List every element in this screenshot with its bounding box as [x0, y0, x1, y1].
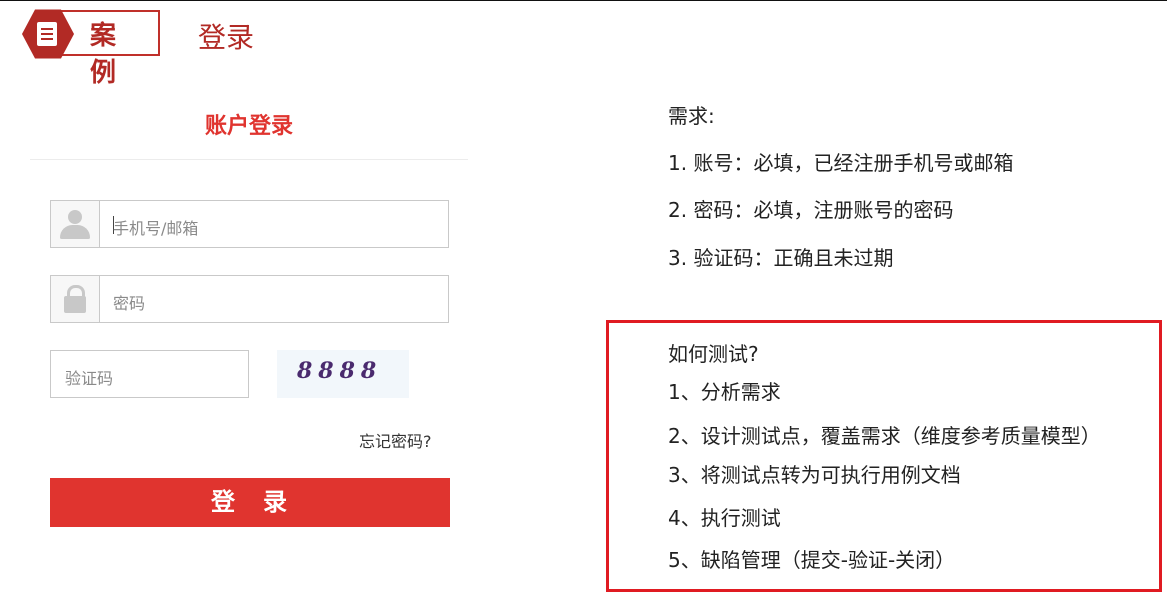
document-icon — [37, 22, 57, 46]
how-to-test-step: 1、分析需求 — [668, 380, 781, 404]
account-field[interactable]: 手机号/邮箱 — [50, 200, 449, 248]
captcha-code: 8888 — [297, 358, 383, 384]
how-to-test-step: 3、将测试点转为可执行用例文档 — [668, 463, 961, 487]
password-field[interactable]: 密码 — [50, 275, 449, 323]
how-to-test-step: 4、执行测试 — [668, 506, 781, 530]
account-placeholder: 手机号/邮箱 — [113, 219, 199, 238]
forgot-password-link[interactable]: 忘记密码? — [359, 428, 432, 452]
user-icon — [51, 201, 100, 247]
login-panel-title: 账户登录 — [204, 114, 293, 139]
how-to-test-title: 如何测试? — [668, 342, 759, 366]
captcha-input[interactable]: 验证码 — [50, 350, 249, 398]
requirement-item: 3. 验证码：正确且未过期 — [668, 246, 894, 270]
login-button[interactable]: 登 录 — [50, 478, 450, 527]
lock-icon — [51, 276, 100, 322]
password-placeholder: 密码 — [113, 294, 146, 313]
how-to-test-step: 2、设计测试点，覆盖需求（维度参考质量模型） — [668, 424, 1101, 448]
requirements-title: 需求: — [668, 104, 715, 128]
requirement-item: 2. 密码：必填，注册账号的密码 — [668, 198, 954, 222]
captcha-image[interactable]: 8888 — [277, 350, 409, 398]
captcha-placeholder: 验证码 — [65, 369, 114, 388]
requirement-item: 1. 账号：必填，已经注册手机号或邮箱 — [668, 151, 1014, 175]
how-to-test-step: 5、缺陷管理（提交-验证-关闭） — [668, 548, 956, 572]
page-title: 登录 — [198, 21, 255, 54]
login-title-divider — [30, 159, 468, 160]
badge-label: 案例 — [90, 21, 118, 88]
top-border-line — [0, 0, 1167, 1]
